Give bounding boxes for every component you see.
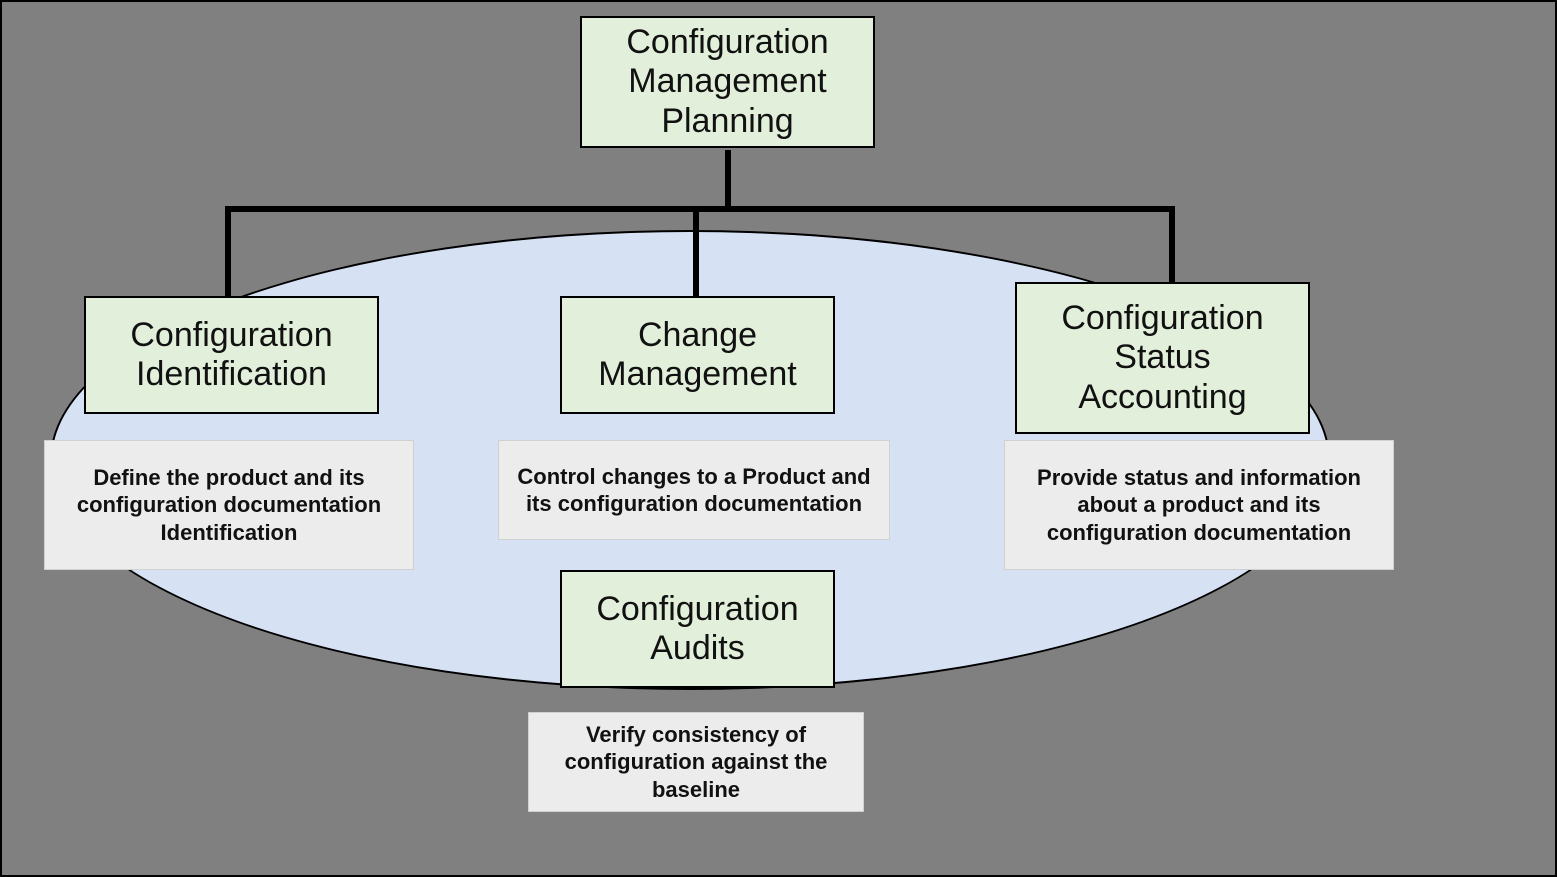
box-status-accounting-label: Configuration Status Accounting [1029,299,1296,416]
desc-config-identification-text: Define the product and its configuration… [59,464,399,547]
connector-vertical-left [225,206,231,296]
box-change-management-label: Change Management [574,316,821,394]
box-config-identification: Configuration Identification [84,296,379,414]
desc-status-accounting-text: Provide status and information about a p… [1019,464,1379,547]
desc-change-management-text: Control changes to a Product and its con… [513,463,875,518]
box-config-mgmt-planning-label: Configuration Management Planning [594,23,861,140]
desc-change-management: Control changes to a Product and its con… [498,440,890,540]
box-config-mgmt-planning: Configuration Management Planning [580,16,875,148]
desc-config-audits-text: Verify consistency of configuration agai… [543,721,849,804]
box-status-accounting: Configuration Status Accounting [1015,282,1310,434]
box-change-management: Change Management [560,296,835,414]
box-config-audits-label: Configuration Audits [574,590,821,668]
connector-vertical-top [725,150,731,210]
desc-status-accounting: Provide status and information about a p… [1004,440,1394,570]
desc-config-audits: Verify consistency of configuration agai… [528,712,864,812]
box-config-identification-label: Configuration Identification [98,316,365,394]
desc-config-identification: Define the product and its configuration… [44,440,414,570]
connector-horizontal [225,206,1175,212]
box-config-audits: Configuration Audits [560,570,835,688]
connector-vertical-center [693,206,699,296]
connector-vertical-right [1169,206,1175,282]
